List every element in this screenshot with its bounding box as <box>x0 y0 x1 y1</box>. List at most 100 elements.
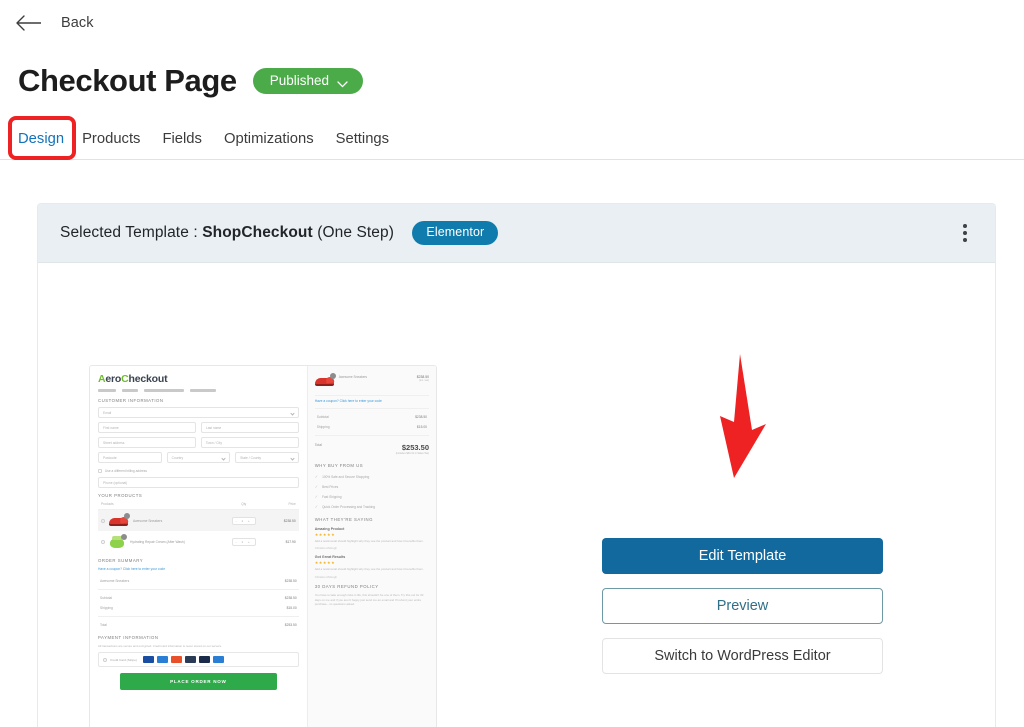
tab-settings[interactable]: Settings <box>336 131 411 160</box>
payment-note: All transactions are secure and encrypte… <box>98 644 222 648</box>
thumbnail-main-column: AeroCheckout CUSTOMER INFORMATION Email … <box>90 366 308 727</box>
why-buy-heading: WHY BUY FROM US <box>314 462 364 468</box>
template-actions: Edit Template Preview Switch to WordPres… <box>602 538 883 674</box>
quantity-stepper[interactable]: - 1 + <box>231 538 256 546</box>
payment-method-radio[interactable] <box>103 657 107 662</box>
testimonial-author: Christine McHugh <box>314 546 337 551</box>
discover-icon <box>184 656 196 664</box>
sidebar-product-name: Awesome Sneakers <box>338 375 368 379</box>
postcode-field[interactable]: Postcode <box>98 452 162 463</box>
town-city-field[interactable]: Town / City <box>200 437 299 448</box>
template-thumbnail[interactable]: AeroCheckout CUSTOMER INFORMATION Email … <box>89 365 437 727</box>
thumbnail-sidebar-column: Awesome Sneakers $238.50 (inc. tax) Have … <box>307 366 436 727</box>
sneaker-icon <box>109 513 130 526</box>
status-badge[interactable]: Published <box>252 67 364 95</box>
diners-icon <box>212 656 224 664</box>
page-title-row: Checkout Page Published <box>0 46 1024 102</box>
summary-row: Awesome Sneakers $238.50 <box>100 579 297 583</box>
products-table-header: Products Qty Price <box>98 502 299 510</box>
summary-row: Shipping $15.00 <box>316 425 427 429</box>
total-label: Total <box>314 443 322 447</box>
rating-stars-icon: ★★★★★ <box>314 531 336 537</box>
testimonial-body: Add a testimonial should highlight why t… <box>314 538 424 543</box>
amex-icon <box>156 656 168 664</box>
total-value: $253.50 (includes $40.31 in Sales Tax) <box>395 443 429 455</box>
sneaker-icon <box>314 373 336 386</box>
summary-row: Subtotal $238.50 <box>100 596 297 600</box>
chevron-down-icon <box>337 77 348 88</box>
edit-template-button[interactable]: Edit Template <box>602 538 883 574</box>
mastercard-icon <box>170 656 182 664</box>
selected-template-text: Selected Template : ShopCheckout (One St… <box>60 221 499 245</box>
selected-template-prefix: Selected Template : <box>60 224 198 242</box>
page-title: Checkout Page <box>18 63 237 98</box>
summary-row: Total $253.50 <box>100 623 297 627</box>
visa-icon <box>142 656 154 664</box>
list-item: ✓ 100% Safe and Secure Shopping <box>314 474 370 479</box>
template-card-body: AeroCheckout CUSTOMER INFORMATION Email … <box>38 263 995 727</box>
support-line <box>98 389 299 392</box>
tab-fields[interactable]: Fields <box>162 131 223 160</box>
aerocheckout-logo: AeroCheckout <box>98 373 168 385</box>
kebab-menu-icon[interactable] <box>957 218 973 248</box>
testimonial-author: Christine McHugh <box>314 574 337 579</box>
customer-information-heading: CUSTOMER INFORMATION <box>98 398 164 403</box>
jcb-icon <box>198 656 210 664</box>
first-name-field[interactable]: First name <box>98 422 196 433</box>
sidebar-product: Awesome Sneakers $238.50 (inc. tax) <box>314 373 429 392</box>
payment-method-label: Credit Card (Stripe) <box>110 657 137 662</box>
street-address-field[interactable]: Street address <box>98 437 196 448</box>
status-badge-label: Published <box>269 72 330 88</box>
builder-badge[interactable]: Elementor <box>412 221 499 245</box>
place-order-button[interactable]: PLACE ORDER NOW <box>120 673 277 691</box>
sidebar-product-price: $238.50 (inc. tax) <box>416 375 429 382</box>
your-products-heading: YOUR PRODUCTS <box>98 493 143 498</box>
testimonial-body: Add a testimonial should highlight why t… <box>314 567 424 572</box>
list-item: ✓ Best Prices <box>314 484 339 489</box>
sidebar-coupon-link[interactable]: Have a coupon? Click here to enter your … <box>315 399 429 403</box>
sidebar-total: Total $253.50 (includes $40.31 in Sales T… <box>315 439 429 458</box>
tab-active-indicator <box>15 157 68 160</box>
state-county-select[interactable]: State / County <box>235 452 299 463</box>
check-icon: ✓ <box>314 484 319 489</box>
rating-stars-icon: ★★★★★ <box>314 560 336 566</box>
testimonials-heading: WHAT THEY'RE SAYING <box>314 516 373 522</box>
email-field[interactable]: Email <box>98 407 299 418</box>
tab-products[interactable]: Products <box>82 131 162 160</box>
testimonial-title: Amazing Product <box>314 526 345 531</box>
testimonial-title: Got Great Results <box>314 555 346 560</box>
phone-field[interactable]: Phone (optional) <box>98 477 299 488</box>
refund-policy-body: You have to take enough risks in life, t… <box>314 592 424 607</box>
arrow-left-icon[interactable] <box>14 12 44 34</box>
quantity-stepper[interactable]: - 1 + <box>231 516 256 525</box>
product-select-radio[interactable] <box>101 518 105 523</box>
payment-information-heading: PAYMENT INFORMATION <box>98 635 159 640</box>
payment-method-row[interactable]: Credit Card (Stripe) <box>98 652 299 668</box>
refund-policy-heading: 30 DAYS REFUND POLICY <box>314 583 379 589</box>
check-icon: ✓ <box>314 504 319 509</box>
preview-button[interactable]: Preview <box>602 588 883 624</box>
billing-address-checkbox[interactable]: Use a different billing address <box>98 469 299 473</box>
table-row[interactable]: Hydrating Repair Cream (After Wash) - 1 … <box>98 531 299 553</box>
tab-optimizations[interactable]: Optimizations <box>224 131 336 160</box>
tab-divider <box>0 159 1024 160</box>
order-summary-heading: ORDER SUMMARY <box>98 558 144 563</box>
back-bar[interactable]: Back <box>0 0 1024 46</box>
list-item: ✓ Quick Order Processing and Tracking <box>314 504 376 509</box>
list-item: ✓ Fast Shipping <box>314 494 342 499</box>
template-name: ShopCheckout <box>202 224 313 242</box>
tab-bar: Design Products Fields Optimizations Set… <box>0 102 1024 160</box>
check-icon: ✓ <box>314 494 319 499</box>
country-select[interactable]: Country <box>166 452 231 463</box>
coupon-link[interactable]: Have a coupon? Click here to enter your … <box>98 567 299 571</box>
check-icon: ✓ <box>314 474 319 479</box>
template-card-header: Selected Template : ShopCheckout (One St… <box>38 204 995 263</box>
tab-design[interactable]: Design <box>18 131 82 160</box>
table-row[interactable]: Awesome Sneakers - 1 + $238.50 <box>98 510 299 531</box>
template-mode: (One Step) <box>317 224 394 242</box>
switch-to-wordpress-editor-button[interactable]: Switch to WordPress Editor <box>602 638 883 674</box>
product-select-radio[interactable] <box>101 540 105 544</box>
summary-row: Subtotal $238.50 <box>316 415 427 419</box>
last-name-field[interactable]: Last name <box>200 422 299 433</box>
back-label[interactable]: Back <box>61 15 94 31</box>
